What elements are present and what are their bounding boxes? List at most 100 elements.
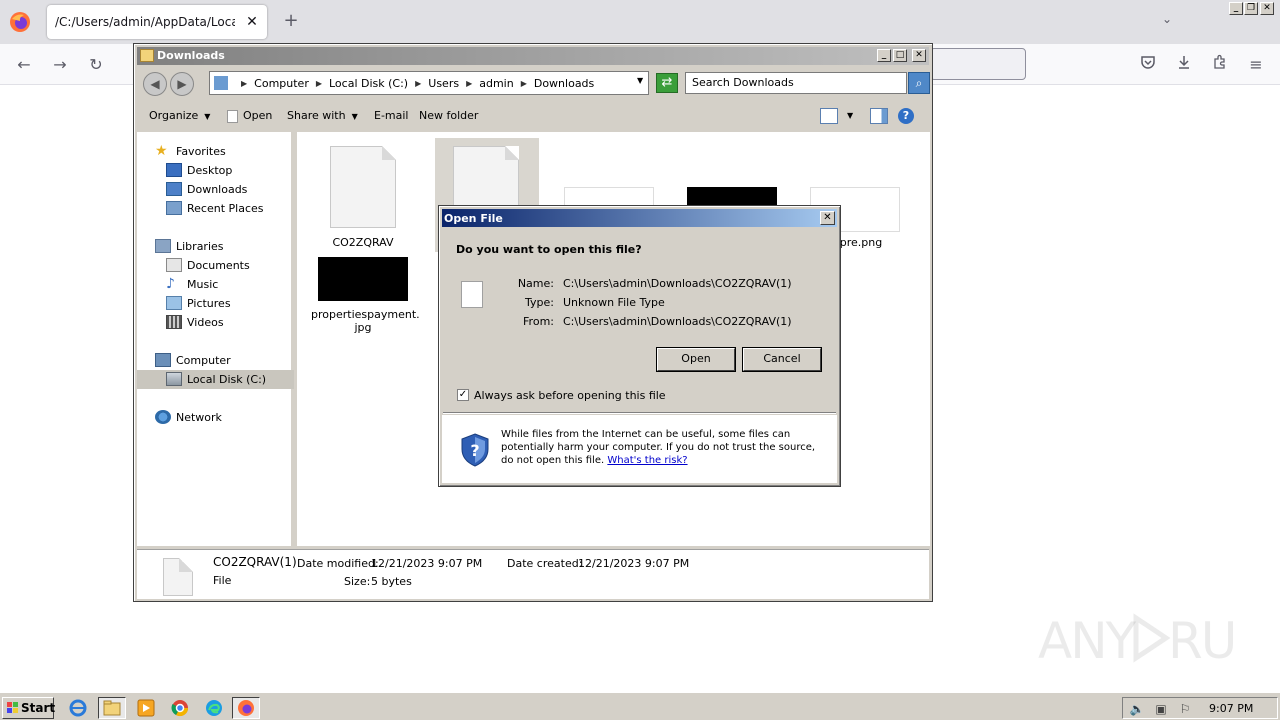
- address-history-dropdown-icon[interactable]: ▼: [637, 76, 643, 85]
- email-button[interactable]: E-mail: [374, 109, 409, 122]
- dialog-title: Open File: [444, 212, 503, 225]
- volume-icon[interactable]: 🔈: [1129, 701, 1145, 717]
- always-ask-label[interactable]: Always ask before opening this file: [474, 389, 666, 402]
- start-button[interactable]: Start: [2, 697, 55, 719]
- new-folder-button[interactable]: New folder: [419, 109, 478, 122]
- file-name: CO2ZQRAV: [332, 236, 394, 249]
- media-player-taskbar-icon[interactable]: [132, 697, 160, 719]
- nav-item-downloads[interactable]: Downloads: [166, 180, 247, 198]
- explorer-taskbar-icon[interactable]: [98, 697, 126, 719]
- nav-item-desktop[interactable]: Desktop: [166, 161, 232, 179]
- chrome-taskbar-icon[interactable]: [166, 697, 194, 719]
- explorer-close-button[interactable]: ✕: [912, 49, 926, 62]
- file-name[interactable]: epre.png: [833, 236, 913, 249]
- nav-label: Favorites: [176, 144, 226, 158]
- file-item[interactable]: CO2ZQRAV: [317, 142, 409, 252]
- nav-item-libraries[interactable]: Libraries: [155, 237, 224, 255]
- new-tab-button[interactable]: +: [281, 11, 301, 31]
- breadcrumb-users[interactable]: Users: [428, 77, 459, 90]
- preview-pane-icon[interactable]: [870, 108, 888, 124]
- chevron-down-icon: ▼: [351, 112, 358, 121]
- explorer-title: Downloads: [157, 49, 225, 62]
- breadcrumb-separator-icon[interactable]: ▶: [241, 79, 247, 88]
- reload-icon[interactable]: ↻: [85, 54, 107, 76]
- file-name-line: propertiespayment.: [311, 308, 420, 321]
- firefox-logo-icon[interactable]: [8, 10, 32, 34]
- change-view-icon[interactable]: [820, 108, 838, 124]
- tab-close-icon[interactable]: ✕: [243, 13, 261, 31]
- nav-item-local-disk[interactable]: Local Disk (C:): [166, 370, 266, 388]
- breadcrumb-downloads[interactable]: Downloads: [534, 77, 594, 90]
- network-status-icon[interactable]: ▣: [1153, 701, 1169, 717]
- explorer-title-bar[interactable]: Downloads _ □ ✕: [137, 47, 929, 65]
- firefox-taskbar-icon[interactable]: [232, 697, 260, 719]
- open-button[interactable]: Open: [657, 348, 735, 371]
- chevron-down-icon: ▼: [204, 112, 211, 121]
- breadcrumb-separator-icon[interactable]: ▶: [466, 79, 472, 88]
- documents-icon: [166, 258, 182, 272]
- breadcrumb-local-disk[interactable]: Local Disk (C:): [329, 77, 408, 90]
- view-options-chevron-icon[interactable]: ▼: [847, 111, 853, 120]
- menu-hamburger-icon[interactable]: ≡: [1245, 54, 1267, 76]
- hard-disk-icon: [166, 372, 182, 386]
- nav-label: Documents: [187, 258, 250, 272]
- nav-item-documents[interactable]: Documents: [166, 256, 250, 274]
- explorer-maximize-button[interactable]: □: [893, 49, 907, 62]
- browser-close-button[interactable]: ✕: [1260, 2, 1274, 15]
- list-all-tabs-button[interactable]: ⌄: [1157, 12, 1177, 32]
- explorer-minimize-button[interactable]: _: [877, 49, 891, 62]
- always-ask-checkbox[interactable]: ✓: [457, 389, 469, 401]
- back-arrow-icon[interactable]: ←: [13, 54, 35, 76]
- breadcrumb-computer[interactable]: Computer: [254, 77, 309, 90]
- nav-label: Computer: [176, 353, 231, 367]
- breadcrumb-admin[interactable]: admin: [479, 77, 513, 90]
- refresh-button[interactable]: ⇄: [656, 73, 678, 93]
- nav-label: Network: [176, 410, 222, 424]
- url-bar[interactable]: [930, 48, 1026, 80]
- nav-item-music[interactable]: ♪ Music: [166, 275, 218, 293]
- back-button[interactable]: ◀: [143, 72, 167, 96]
- dialog-close-button[interactable]: ✕: [820, 211, 835, 225]
- open-button[interactable]: Open: [227, 109, 272, 123]
- nav-item-pictures[interactable]: Pictures: [166, 294, 231, 312]
- browser-tab[interactable]: /C:/Users/admin/AppData/Local/Microsoft/…: [47, 5, 267, 39]
- breadcrumb-separator-icon[interactable]: ▶: [521, 79, 527, 88]
- share-with-button[interactable]: Share with ▼: [287, 109, 358, 122]
- whats-the-risk-link[interactable]: What's the risk?: [607, 455, 687, 466]
- clock[interactable]: 9:07 PM: [1209, 702, 1253, 715]
- nav-item-computer[interactable]: Computer: [155, 351, 231, 369]
- svg-text:RUN: RUN: [1168, 612, 1238, 668]
- breadcrumb-separator-icon[interactable]: ▶: [316, 79, 322, 88]
- extensions-icon[interactable]: [1209, 54, 1231, 76]
- nav-item-network[interactable]: Network: [155, 408, 222, 426]
- browser-minimize-button[interactable]: _: [1229, 2, 1243, 15]
- help-icon[interactable]: ?: [898, 108, 914, 124]
- downloads-folder-icon: [166, 182, 182, 196]
- cancel-button[interactable]: Cancel: [743, 348, 821, 371]
- browser-restore-button[interactable]: ❐: [1244, 2, 1258, 15]
- share-with-label: Share with: [287, 109, 346, 122]
- search-icon[interactable]: ⌕: [908, 72, 930, 94]
- search-input[interactable]: Search Downloads: [685, 72, 907, 94]
- action-center-flag-icon[interactable]: ⚐: [1177, 701, 1193, 717]
- forward-arrow-icon[interactable]: →: [49, 54, 71, 76]
- organize-button[interactable]: Organize ▼: [149, 109, 210, 122]
- forward-button[interactable]: ▶: [170, 72, 194, 96]
- command-bar: Organize ▼ Open Share with ▼ E-mail New fo…: [137, 102, 929, 132]
- type-label: Type:: [525, 296, 554, 309]
- edge-taskbar-icon[interactable]: [200, 697, 228, 719]
- internet-explorer-taskbar-icon[interactable]: [64, 697, 92, 719]
- dialog-title-bar[interactable]: Open File ✕: [442, 209, 837, 227]
- pocket-icon[interactable]: [1137, 54, 1159, 76]
- nav-item-videos[interactable]: Videos: [166, 313, 224, 331]
- generic-file-icon: [330, 146, 396, 228]
- detail-date-created-label: Date created:: [507, 557, 583, 570]
- file-item[interactable]: propertiespayment. jpg: [311, 256, 420, 336]
- breadcrumb[interactable]: ▶ Computer ▶ Local Disk (C:) ▶ Users ▶ a…: [209, 71, 649, 95]
- nav-item-recent-places[interactable]: Recent Places: [166, 199, 264, 217]
- nav-item-favorites[interactable]: ★ Favorites: [155, 142, 226, 160]
- downloads-icon[interactable]: [1173, 54, 1195, 76]
- nav-label: Downloads: [187, 182, 248, 196]
- breadcrumb-separator-icon[interactable]: ▶: [415, 79, 421, 88]
- from-label: From:: [523, 315, 554, 328]
